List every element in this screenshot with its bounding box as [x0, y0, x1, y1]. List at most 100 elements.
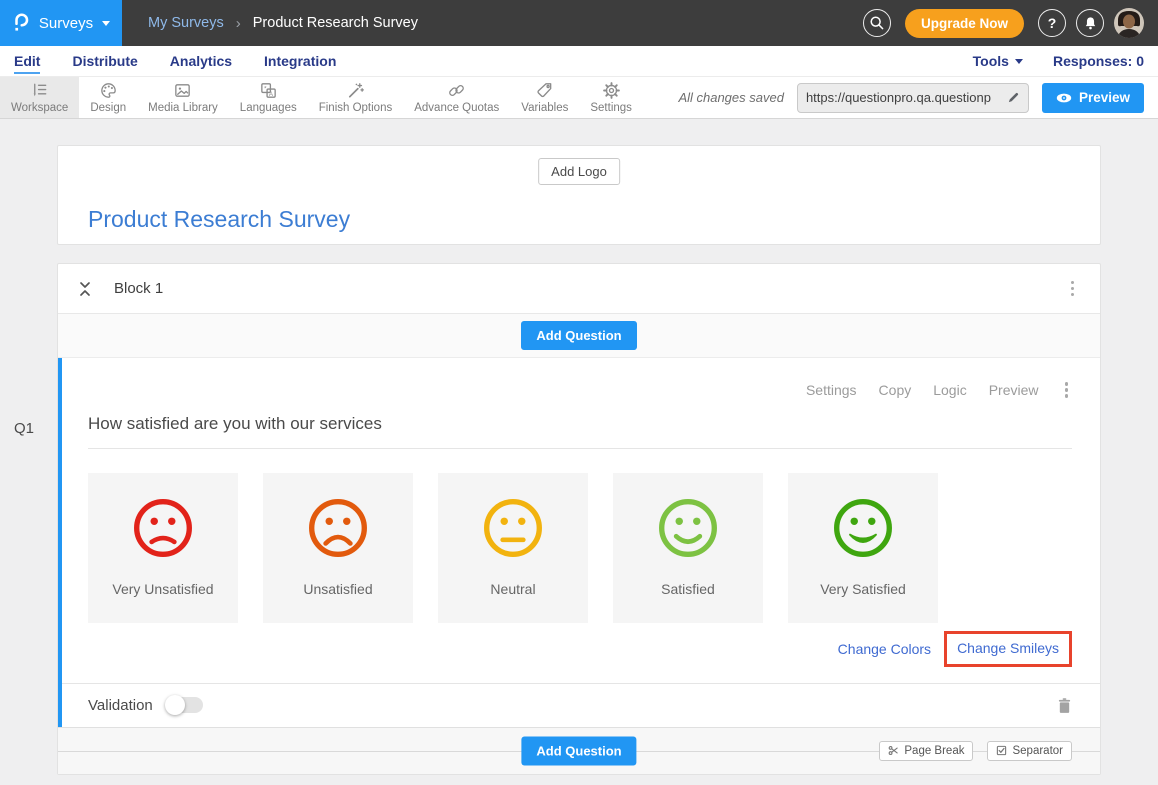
- help-button[interactable]: ?: [1038, 9, 1066, 37]
- chevron-down-icon: [102, 21, 110, 26]
- save-status-text: All changes saved: [678, 90, 784, 105]
- survey-title[interactable]: Product Research Survey: [88, 206, 350, 233]
- collapse-block-icon[interactable]: [78, 281, 92, 297]
- toolbar-item-workspace[interactable]: Workspace: [0, 77, 79, 118]
- image-icon: [173, 81, 192, 100]
- svg-text:*: *: [264, 85, 267, 92]
- editor-workspace: Q1 Add Logo Product Research Survey Bloc…: [0, 119, 1158, 785]
- add-question-button-bottom[interactable]: Add Question: [521, 736, 636, 765]
- question-copy-link[interactable]: Copy: [879, 382, 912, 398]
- tools-label: Tools: [973, 53, 1009, 69]
- page-break-button[interactable]: Page Break: [879, 741, 973, 761]
- nav-right: Tools Responses: 0: [973, 53, 1144, 69]
- question-mark-icon: ?: [1048, 15, 1057, 31]
- tab-analytics[interactable]: Analytics: [170, 53, 232, 69]
- avatar-photo: [1114, 8, 1144, 38]
- smiley-rating-scale: Very Unsatisfied Unsatisfied: [88, 473, 1072, 623]
- survey-url-value: https://questionpro.qa.questionp: [806, 90, 1007, 105]
- change-smileys-link[interactable]: Change Smileys: [957, 640, 1059, 656]
- add-question-strip: Add Question: [58, 314, 1100, 358]
- toolbar-item-variables[interactable]: Variables: [510, 77, 579, 118]
- validation-toggle[interactable]: [167, 697, 203, 713]
- user-avatar[interactable]: [1114, 8, 1144, 38]
- neutral-smiley-icon: [480, 495, 546, 561]
- trash-icon: [1057, 697, 1072, 714]
- separator-button[interactable]: Separator: [987, 741, 1072, 761]
- toolbar-item-design[interactable]: Design: [79, 77, 137, 118]
- add-logo-button[interactable]: Add Logo: [538, 158, 620, 185]
- checkbox-icon: [996, 745, 1007, 756]
- validation-label: Validation: [88, 697, 153, 714]
- very-unsatisfied-smiley-icon: [130, 495, 196, 561]
- rating-option-label: Very Unsatisfied: [112, 581, 213, 597]
- block-card: Block 1 Add Question Settings Copy Logic…: [57, 263, 1101, 775]
- rating-option-unsatisfied[interactable]: Unsatisfied: [263, 473, 413, 623]
- notifications-button[interactable]: [1076, 9, 1104, 37]
- rating-option-very-satisfied[interactable]: Very Satisfied: [788, 473, 938, 623]
- annotation-highlight-box: Change Smileys: [944, 631, 1072, 667]
- rating-option-label: Unsatisfied: [303, 581, 372, 597]
- palette-icon: [99, 81, 118, 100]
- question-preview-link[interactable]: Preview: [989, 382, 1039, 398]
- header-actions: Upgrade Now ?: [863, 8, 1158, 38]
- very-satisfied-smiley-icon: [830, 495, 896, 561]
- nav-tabs: Edit Distribute Analytics Integration: [14, 53, 336, 69]
- question-menu: Settings Copy Logic Preview: [88, 358, 1072, 402]
- change-colors-link[interactable]: Change Colors: [838, 641, 931, 657]
- block-footer: Add Question Page Break: [58, 727, 1100, 774]
- upgrade-now-button[interactable]: Upgrade Now: [905, 9, 1024, 38]
- block-header: Block 1: [58, 264, 1100, 314]
- block-menu-icon[interactable]: [1067, 277, 1079, 301]
- question-settings-link[interactable]: Settings: [806, 382, 857, 398]
- block-title[interactable]: Block 1: [114, 280, 163, 297]
- search-button[interactable]: [863, 9, 891, 37]
- toggle-knob: [165, 695, 185, 715]
- rating-option-neutral[interactable]: Neutral: [438, 473, 588, 623]
- tag-icon: [535, 81, 554, 100]
- rating-option-label: Satisfied: [661, 581, 715, 597]
- smiley-options-links: Change Colors Change Smileys: [88, 631, 1072, 667]
- rating-option-very-unsatisfied[interactable]: Very Unsatisfied: [88, 473, 238, 623]
- tab-distribute[interactable]: Distribute: [72, 53, 137, 69]
- toolbar-item-settings[interactable]: Settings: [579, 77, 643, 118]
- page-break-label: Page Break: [904, 745, 964, 757]
- toolbar-item-media-library[interactable]: Media Library: [137, 77, 229, 118]
- rating-option-satisfied[interactable]: Satisfied: [613, 473, 763, 623]
- toolbar-right: All changes saved https://questionpro.qa…: [678, 77, 1158, 118]
- surveys-menu-label: Surveys: [39, 15, 93, 32]
- preview-label: Preview: [1079, 90, 1130, 105]
- question-menu-icon[interactable]: [1061, 378, 1073, 402]
- unsatisfied-smiley-icon: [305, 495, 371, 561]
- survey-url-field[interactable]: https://questionpro.qa.questionp: [797, 83, 1029, 113]
- question-number-label: Q1: [14, 420, 34, 437]
- question-card: Settings Copy Logic Preview How satisfie…: [58, 358, 1100, 727]
- tools-menu[interactable]: Tools: [973, 53, 1023, 69]
- question-text[interactable]: How satisfied are you with our services: [88, 414, 1072, 449]
- chevron-down-icon: [1015, 59, 1023, 64]
- questionpro-logo-icon: [12, 11, 30, 35]
- delete-question-button[interactable]: [1057, 697, 1072, 714]
- chain-link-icon: [447, 81, 466, 100]
- bell-icon: [1083, 16, 1098, 31]
- tab-edit[interactable]: Edit: [14, 53, 40, 69]
- edit-pencil-icon[interactable]: [1007, 91, 1020, 104]
- validation-row: Validation: [62, 683, 1100, 727]
- separator-label: Separator: [1012, 745, 1063, 757]
- add-question-button-top[interactable]: Add Question: [521, 321, 636, 350]
- toolbar-item-finish-options[interactable]: Finish Options: [308, 77, 404, 118]
- toolbar-item-advance-quotas[interactable]: Advance Quotas: [403, 77, 510, 118]
- preview-button[interactable]: Preview: [1042, 83, 1144, 113]
- toolbar-item-languages[interactable]: * A Languages: [229, 77, 308, 118]
- breadcrumb-my-surveys[interactable]: My Surveys: [148, 15, 224, 31]
- survey-nav-bar: Edit Distribute Analytics Integration To…: [0, 46, 1158, 76]
- gear-icon: [602, 81, 621, 100]
- satisfied-smiley-icon: [655, 495, 721, 561]
- top-header-bar: Surveys My Surveys › Product Research Su…: [0, 0, 1158, 46]
- workspace-icon: [30, 81, 49, 100]
- rating-option-label: Neutral: [490, 581, 535, 597]
- surveys-product-menu[interactable]: Surveys: [0, 0, 122, 46]
- editor-toolbar: Workspace Design Media Library * A: [0, 76, 1158, 119]
- tab-integration[interactable]: Integration: [264, 53, 336, 69]
- breadcrumb-separator-icon: ›: [236, 15, 241, 32]
- question-logic-link[interactable]: Logic: [933, 382, 966, 398]
